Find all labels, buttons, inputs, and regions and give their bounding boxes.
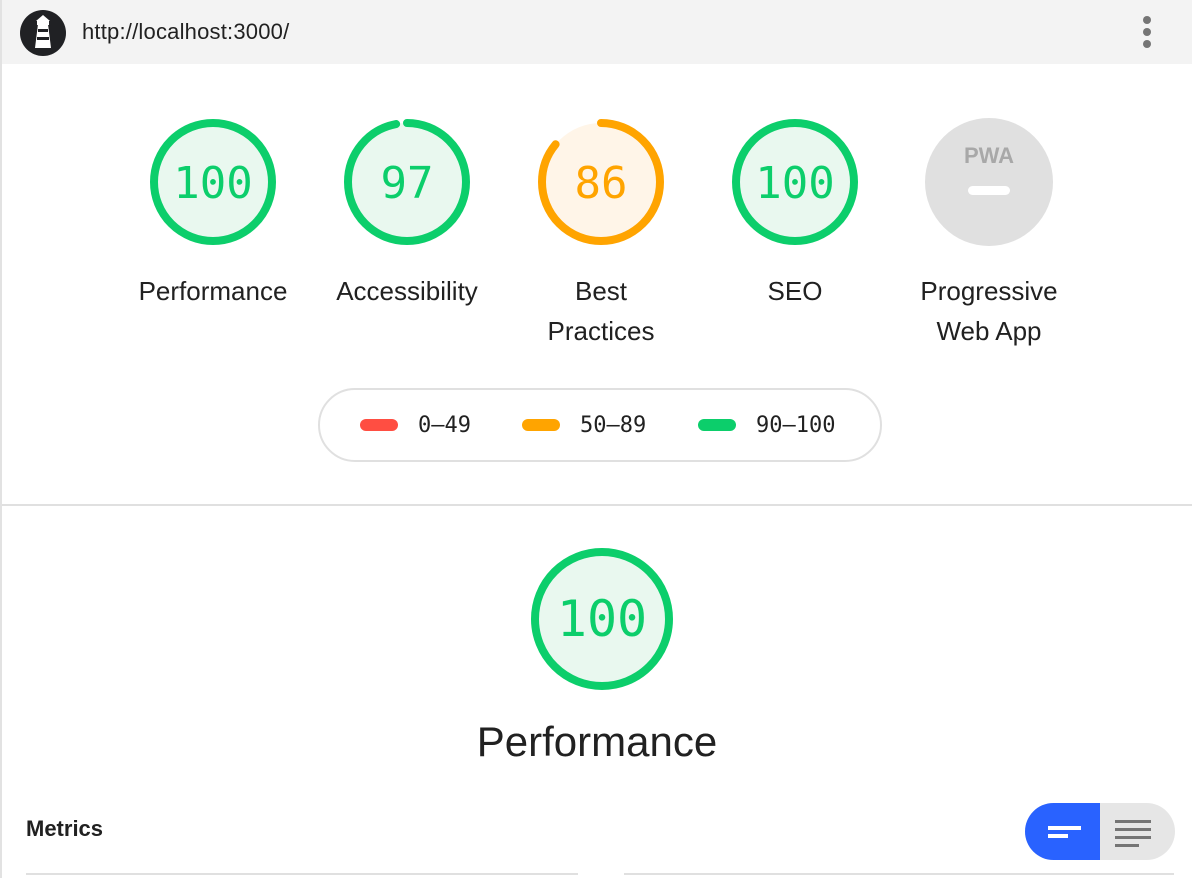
page-url: http://localhost:3000/	[82, 19, 290, 44]
metrics-column-rule-left	[26, 873, 578, 875]
fail-swatch	[360, 419, 398, 431]
section-divider	[2, 504, 1192, 506]
performance-score: 100	[557, 590, 647, 648]
gauge-label: SEO	[767, 276, 823, 306]
gauge-best-practices[interactable]: 86 Best Practices	[511, 117, 691, 351]
legend-fail-range: 0–49	[418, 412, 471, 438]
lighthouse-report: http://localhost:3000/ 100 Performance 9…	[0, 0, 1192, 878]
vertical-dots-icon[interactable]	[1132, 14, 1162, 50]
gauge-score: 100	[755, 158, 834, 209]
legend-pass-range: 90–100	[756, 412, 836, 438]
average-swatch	[522, 419, 560, 431]
gauge-accessibility[interactable]: 97 Accessibility	[317, 117, 497, 311]
section-title: Performance	[476, 718, 718, 765]
pwa-badge-text: PWA	[964, 143, 1014, 168]
gauge-label: Best Practices	[547, 276, 655, 346]
performance-large-ring: 100	[531, 548, 673, 690]
expanded-view-icon[interactable]	[1100, 803, 1175, 860]
compact-view-icon[interactable]	[1025, 803, 1100, 860]
metrics-view-toggle	[1025, 803, 1175, 860]
gauge-label: Progressive Web App	[920, 276, 1058, 346]
pass-swatch	[698, 419, 736, 431]
score-legend: 0–49 50–89 90–100	[318, 388, 882, 462]
lighthouse-icon[interactable]	[20, 10, 66, 56]
legend-pass: 90–100	[698, 390, 835, 460]
gauge-label: Accessibility	[336, 276, 478, 306]
pwa-badge-icon: PWA	[925, 118, 1053, 246]
performance-gauge-large: 100	[529, 546, 675, 692]
gauge-seo[interactable]: 100 SEO	[705, 117, 885, 311]
gauge-score: 86	[575, 158, 628, 209]
legend-fail: 0–49	[360, 390, 471, 460]
top-bar: http://localhost:3000/	[2, 0, 1192, 64]
gauge-pwa[interactable]: PWA Progressive Web App	[899, 117, 1079, 351]
legend-average: 50–89	[522, 390, 646, 460]
gauge-seo-ring: 100	[732, 119, 858, 245]
gauge-best-practices-ring: 86	[538, 119, 664, 245]
legend-average-range: 50–89	[580, 412, 647, 438]
metrics-column-rule-right	[624, 873, 1174, 875]
gauge-score: 97	[381, 158, 434, 209]
gauge-performance[interactable]: 100 Performance	[123, 117, 303, 311]
gauge-score: 100	[173, 158, 252, 209]
metrics-heading: Metrics	[26, 816, 104, 841]
gauge-accessibility-ring: 97	[344, 119, 470, 245]
gauge-label: Performance	[138, 276, 288, 306]
gauge-performance-ring: 100	[150, 119, 276, 245]
